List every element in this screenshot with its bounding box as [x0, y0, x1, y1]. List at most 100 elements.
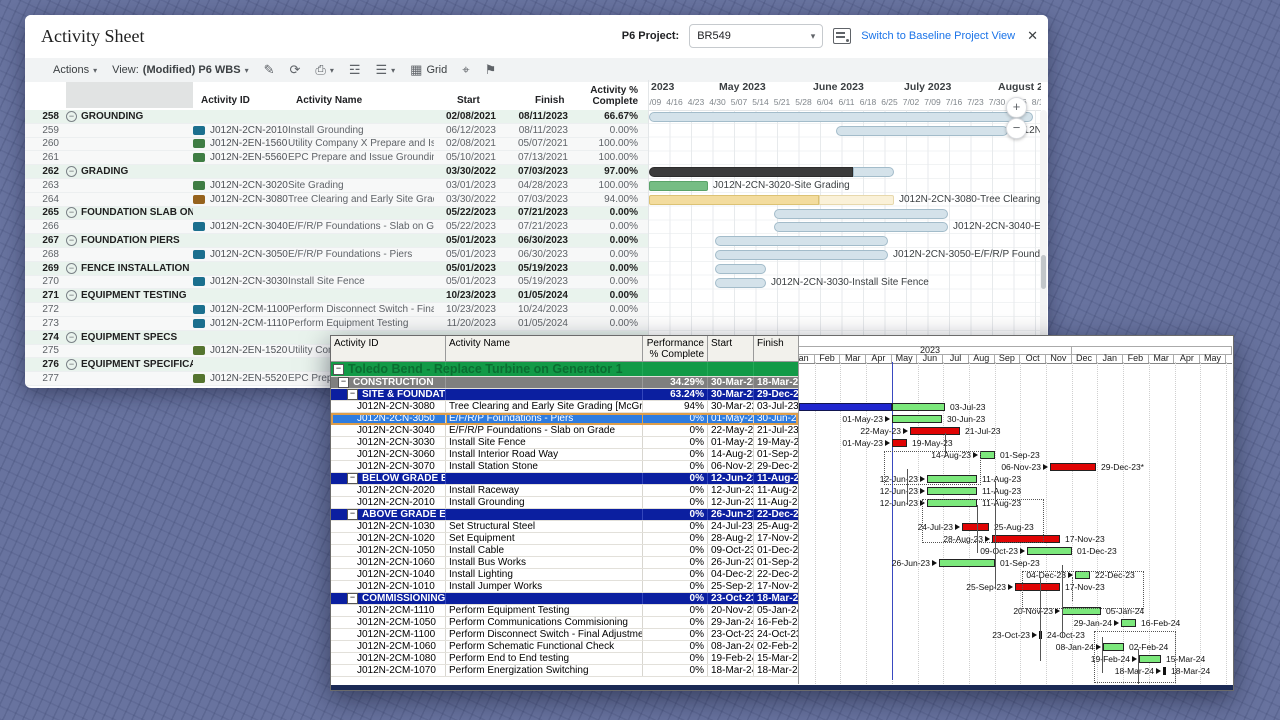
- table-row[interactable]: 265−FOUNDATION SLAB ON GRADE05/22/202307…: [25, 207, 648, 221]
- edit-icon[interactable]: ✎: [264, 62, 275, 78]
- collapse-icon[interactable]: −: [347, 509, 358, 520]
- gantt-bar[interactable]: [649, 112, 1033, 122]
- gantt-bar[interactable]: [774, 209, 948, 219]
- collapse-icon[interactable]: −: [66, 290, 77, 301]
- gantt-bar[interactable]: [774, 222, 948, 232]
- table-row[interactable]: 259J012N-2CN-2010Install Grounding06/12/…: [25, 124, 648, 138]
- table-row[interactable]: 263J012N-2CN-3020Site Grading03/01/20230…: [25, 179, 648, 193]
- table-row[interactable]: 271−EQUIPMENT TESTING10/23/202301/05/202…: [25, 289, 648, 303]
- table-row[interactable]: −SITE & FOUNDATION63.24%30-Mar-22 A29-De…: [331, 389, 798, 401]
- table-row[interactable]: J012N-2CM-1080Perform End to End testing…: [331, 653, 798, 665]
- col-finish[interactable]: Finish: [754, 336, 798, 362]
- scrollbar-thumb[interactable]: [1041, 255, 1046, 289]
- collapse-icon[interactable]: −: [66, 111, 77, 122]
- refresh-icon[interactable]: ⟳: [290, 62, 301, 78]
- table-row[interactable]: J012N-2CN-2020Install Raceway0%12-Jun-23…: [331, 485, 798, 497]
- collapse-icon[interactable]: −: [347, 593, 358, 604]
- table-row[interactable]: −CONSTRUCTION34.29%30-Mar-22 A18-Mar-24: [331, 377, 798, 389]
- table-row[interactable]: 258−GROUNDING02/08/202108/11/202366.67%: [25, 110, 648, 124]
- table-row[interactable]: 273J012N-2CM-1110Perform Equipment Testi…: [25, 317, 648, 331]
- baseline-flag-icon[interactable]: ⚑: [485, 62, 497, 78]
- gantt-bar[interactable]: [939, 559, 995, 567]
- grid-toggle[interactable]: ▦ Grid: [410, 62, 447, 78]
- table-row[interactable]: J012N-2CN-1040Install Lighting0%04-Dec-2…: [331, 569, 798, 581]
- table-row[interactable]: J012N-2CM-1110Perform Equipment Testing0…: [331, 605, 798, 617]
- col-start[interactable]: Start: [708, 336, 754, 362]
- table-row[interactable]: 269−FENCE INSTALLATION05/01/202305/19/20…: [25, 262, 648, 276]
- collapse-icon[interactable]: −: [66, 359, 77, 370]
- table-row[interactable]: J012N-2CM-1050Perform Communications Com…: [331, 617, 798, 629]
- zoom-out-button[interactable]: −: [1006, 118, 1027, 139]
- gantt-bar[interactable]: [892, 415, 942, 423]
- target-icon[interactable]: ⌖: [462, 62, 469, 78]
- table-row[interactable]: −Toledo Bend - Replace Turbine on Genera…: [331, 362, 798, 377]
- switch-baseline-link[interactable]: Switch to Baseline Project View: [861, 30, 1015, 42]
- gantt-bar[interactable]: [819, 195, 894, 205]
- collapse-icon[interactable]: −: [347, 473, 358, 484]
- print-button[interactable]: ⎙ ▾: [315, 62, 333, 78]
- zoom-in-button[interactable]: +: [1006, 97, 1027, 118]
- gantt-bar[interactable]: [649, 167, 853, 177]
- table-row[interactable]: J012N-2CN-1060Install Bus Works0%26-Jun-…: [331, 557, 798, 569]
- table-row[interactable]: 266J012N-2CN-3040E/F/R/P Foundations - S…: [25, 220, 648, 234]
- gantt-bar[interactable]: [649, 195, 819, 205]
- table-row[interactable]: 272J012N-2CM-1100Perform Disconnect Swit…: [25, 303, 648, 317]
- collapse-icon[interactable]: −: [333, 364, 344, 375]
- project-select[interactable]: BR549 ▾: [689, 24, 823, 48]
- collapse-icon[interactable]: −: [66, 207, 77, 218]
- table-row[interactable]: J012N-2CN-1030Set Structural Steel0%24-J…: [331, 521, 798, 533]
- table-row[interactable]: −ABOVE GRADE ELECTRICAL0%26-Jun-2322-Dec…: [331, 509, 798, 521]
- table-row[interactable]: J012N-2CM-1060Perform Schematic Function…: [331, 641, 798, 653]
- gantt-bar[interactable]: [715, 278, 766, 288]
- table-row[interactable]: J012N-2CN-1050Install Cable0%09-Oct-2301…: [331, 545, 798, 557]
- close-icon[interactable]: ✕: [1027, 28, 1038, 44]
- filter-search-icon[interactable]: ☲: [349, 62, 361, 78]
- table-row[interactable]: −COMMISSIONING0%23-Oct-2318-Mar-24: [331, 593, 798, 605]
- table-row[interactable]: 260J012N-2EN-1560Utility Company X Prepa…: [25, 138, 648, 152]
- col-performance-pct[interactable]: Performance % Complete: [643, 336, 708, 362]
- table-row[interactable]: 262−GRADING03/30/202207/03/202397.00%: [25, 165, 648, 179]
- gantt-bar[interactable]: [715, 250, 888, 260]
- table-row[interactable]: 268J012N-2CN-3050E/F/R/P Foundations - P…: [25, 248, 648, 262]
- table-row[interactable]: −BELOW GRADE ELECTRICAL0%12-Jun-2311-Aug…: [331, 473, 798, 485]
- table-row[interactable]: J012N-2CN-2010Install Grounding0%12-Jun-…: [331, 497, 798, 509]
- gantt-bar[interactable]: [1121, 619, 1136, 627]
- row-menu[interactable]: ☰ ▾: [375, 62, 395, 78]
- table-row[interactable]: J012N-2CN-1020Set Equipment0%28-Aug-2317…: [331, 533, 798, 545]
- actions-menu[interactable]: Actions ▾: [53, 64, 97, 76]
- collapse-icon[interactable]: −: [338, 377, 349, 388]
- table-row[interactable]: J012N-2CN-3040E/F/R/P Foundations - Slab…: [331, 425, 798, 437]
- table-row[interactable]: 267−FOUNDATION PIERS05/01/202306/30/2023…: [25, 234, 648, 248]
- gantt-bar[interactable]: [715, 264, 766, 274]
- gantt-bar[interactable]: [910, 427, 960, 435]
- collapse-icon[interactable]: −: [66, 332, 77, 343]
- gantt-bar[interactable]: [649, 181, 708, 191]
- col-activity-id[interactable]: Activity ID: [331, 336, 446, 362]
- gantt-bar[interactable]: [715, 236, 888, 246]
- table-row[interactable]: J012N-2CM-1100Perform Disconnect Switch …: [331, 629, 798, 641]
- gantt-bar[interactable]: [980, 451, 995, 459]
- collapse-icon[interactable]: −: [66, 235, 77, 246]
- view-selector[interactable]: View: (Modified) P6 WBS ▾: [112, 64, 249, 76]
- table-row[interactable]: 270J012N-2CN-3030Install Site Fence05/01…: [25, 276, 648, 290]
- table-row[interactable]: J012N-2CN-3060Install Interior Road Way0…: [331, 449, 798, 461]
- table-row[interactable]: J012N-2CN-3070Install Station Stone0%06-…: [331, 461, 798, 473]
- collapse-icon[interactable]: −: [66, 263, 77, 274]
- table-row[interactable]: J012N-2CN-3080Tree Clearing and Early Si…: [331, 401, 798, 413]
- gantt-bar[interactable]: [1027, 547, 1072, 555]
- gantt-bar[interactable]: [892, 439, 907, 447]
- table-row[interactable]: J012N-2CN-3030Install Site Fence0%01-May…: [331, 437, 798, 449]
- gantt-bar[interactable]: [799, 403, 892, 411]
- table-row[interactable]: J012N-2CN-1010Install Jumper Works0%25-S…: [331, 581, 798, 593]
- table-row[interactable]: J012N-2CM-1070Perform Energization Switc…: [331, 665, 798, 677]
- gantt-bar[interactable]: [836, 126, 1008, 136]
- table-row[interactable]: 261J012N-2EN-5560EPC Prepare and Issue G…: [25, 151, 648, 165]
- gantt-bar[interactable]: [853, 167, 894, 177]
- table-row[interactable]: J012N-2CN-3050E/F/R/P Foundations - Pier…: [331, 413, 798, 425]
- gantt-bar[interactable]: [1050, 463, 1096, 471]
- gantt-bar[interactable]: [892, 403, 945, 411]
- gantt-bar[interactable]: [927, 487, 977, 495]
- table-row[interactable]: 264J012N-2CN-3080Tree Clearing and Early…: [25, 193, 648, 207]
- baseline-view-icon[interactable]: [833, 28, 851, 44]
- col-activity-name[interactable]: Activity Name: [446, 336, 643, 362]
